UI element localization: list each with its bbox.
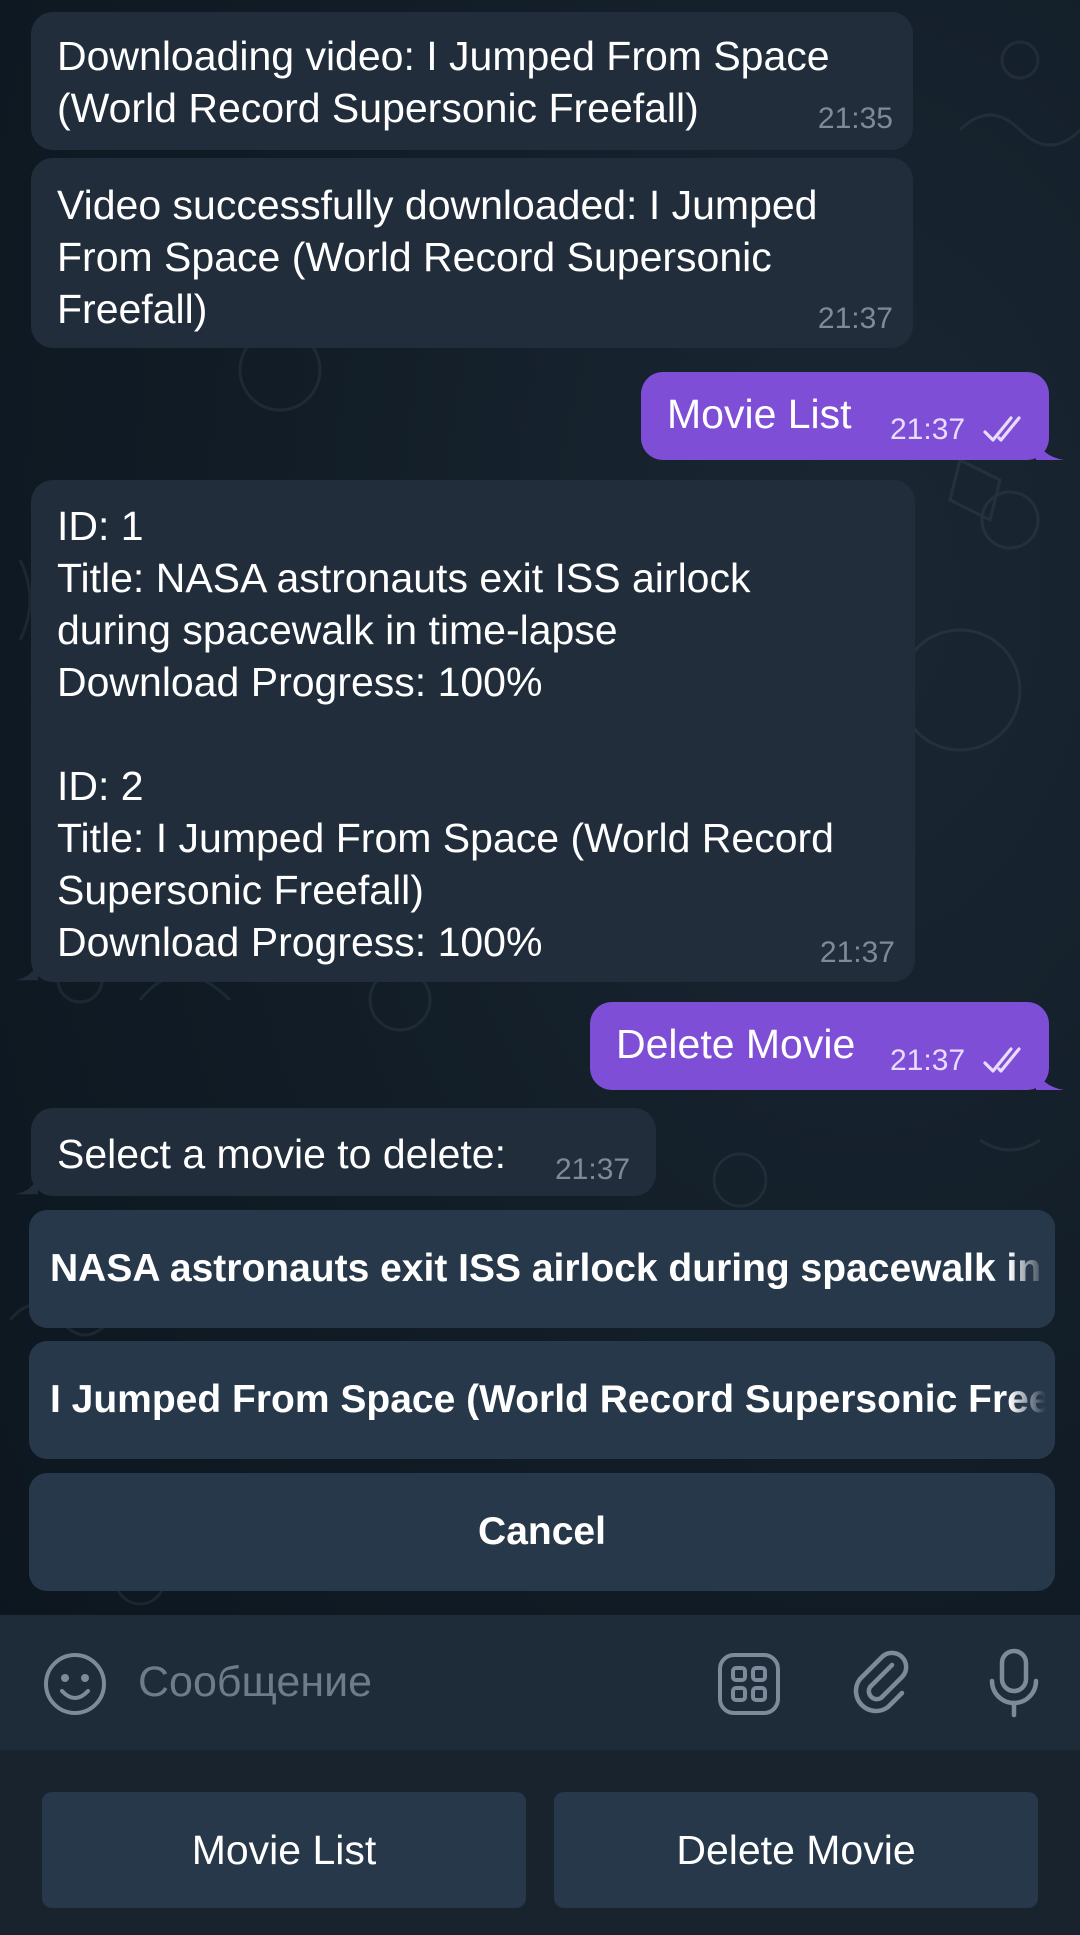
bubble-tail (1036, 1066, 1064, 1090)
incoming-message: Downloading video: I Jumped From Space (… (31, 12, 913, 150)
inline-button-cancel[interactable]: Cancel (29, 1473, 1055, 1591)
message-time: 21:37 (890, 1044, 966, 1077)
inline-button-movie-1[interactable]: NASA astronauts exit ISS airlock during … (29, 1210, 1055, 1328)
inline-button-label: Cancel (478, 1510, 606, 1553)
double-check-icon (983, 416, 1021, 442)
reply-button-movie-list[interactable]: Movie List (42, 1792, 526, 1908)
message-time: 21:37 (819, 936, 895, 969)
bubble-tail (14, 1173, 38, 1195)
outgoing-message: Delete Movie 21:37 (590, 1002, 1049, 1090)
message-time: 21:37 (555, 1153, 631, 1186)
bot-menu-icon[interactable] (716, 1651, 782, 1717)
message-time: 21:37 (817, 302, 893, 335)
message-input-bar: Сообщение (0, 1615, 1080, 1750)
double-check-icon (983, 1047, 1021, 1073)
text-fade (1009, 1341, 1055, 1459)
message-time: 21:35 (817, 102, 893, 135)
bubble-tail (1036, 436, 1064, 460)
message-text: Downloading video: I Jumped From Space (… (57, 33, 830, 131)
microphone-icon[interactable] (984, 1647, 1044, 1719)
reply-button-delete-movie[interactable]: Delete Movie (554, 1792, 1038, 1908)
message-text: Video successfully downloaded: I Jumped … (57, 182, 818, 332)
outgoing-message: Movie List 21:37 (641, 372, 1049, 460)
inline-button-label: I Jumped From Space (World Record Supers… (50, 1378, 1055, 1421)
chat-screen: Downloading video: I Jumped From Space (… (0, 0, 1080, 1935)
inline-button-movie-2[interactable]: I Jumped From Space (World Record Supers… (29, 1341, 1055, 1459)
emoji-icon[interactable] (42, 1651, 108, 1717)
message-input[interactable]: Сообщение (138, 1615, 372, 1750)
incoming-message: Video successfully downloaded: I Jumped … (31, 158, 913, 348)
inline-button-label: NASA astronauts exit ISS airlock during … (50, 1247, 1055, 1290)
message-text: ID: 1 Title: NASA astronauts exit ISS ai… (57, 503, 834, 965)
incoming-message: ID: 1 Title: NASA astronauts exit ISS ai… (31, 480, 915, 982)
message-time: 21:37 (890, 413, 966, 446)
incoming-message: Select a movie to delete: 21:37 (31, 1108, 656, 1196)
attach-icon[interactable] (850, 1649, 916, 1715)
bubble-tail (14, 959, 38, 981)
text-fade (1009, 1210, 1055, 1328)
reply-keyboard: Movie List Delete Movie (0, 1750, 1080, 1935)
